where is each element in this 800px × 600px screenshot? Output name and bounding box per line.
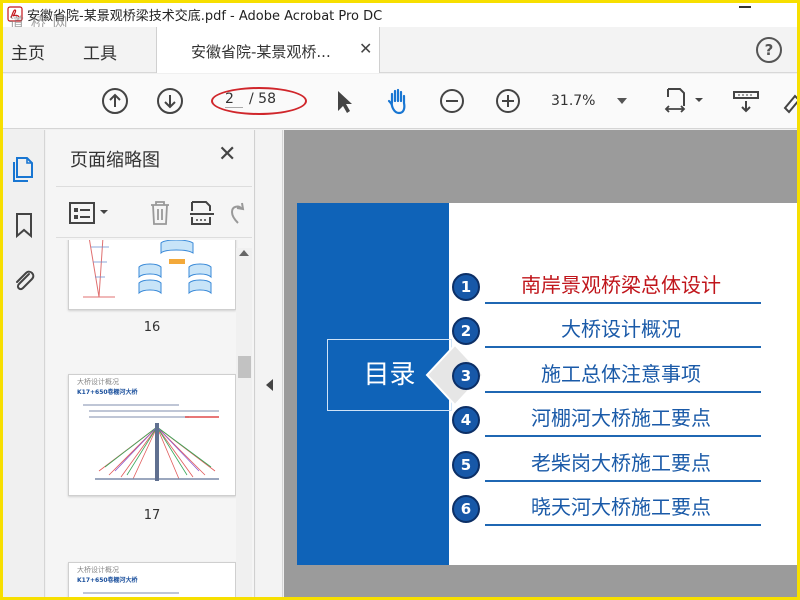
toc-underline: [485, 435, 761, 437]
toc-text-3: 施工总体注意事项: [541, 362, 701, 386]
toc-item-2: 2 大桥设计概况: [449, 310, 797, 350]
delete-page-icon[interactable]: [148, 199, 172, 227]
prev-page-icon[interactable]: [100, 86, 130, 116]
page-thumbnails-icon[interactable]: [9, 154, 39, 184]
thumbnail-18-drawing: [83, 592, 179, 594]
toc-item-1: 1 南岸景观桥梁总体设计: [449, 266, 797, 306]
tab-tools[interactable]: 工具: [83, 39, 117, 64]
window-title: 安徽省院-某景观桥梁技术交底.pdf - Adobe Acrobat Pro D…: [27, 9, 383, 24]
scroll-up-icon[interactable]: [239, 250, 249, 256]
toc-number-2: 2: [452, 317, 480, 345]
rotate-page-icon[interactable]: [224, 199, 248, 227]
zoom-out-icon[interactable]: [437, 86, 467, 116]
toc-text-4: 河棚河大桥施工要点: [531, 406, 711, 430]
hand-tool-icon[interactable]: [383, 86, 413, 116]
next-page-icon[interactable]: [155, 86, 185, 116]
acrobat-window: 安徽省院-某景观桥梁技术交底.pdf - Adobe Acrobat Pro D…: [3, 3, 797, 597]
toc-underline: [485, 391, 761, 393]
toc-text-6: 晓天河大桥施工要点: [531, 495, 711, 519]
thumbnail-page-17[interactable]: 大桥设计概况 K17+650卷棚河大桥: [68, 374, 236, 496]
tab-bar: 主页 工具 安徽省院-某景观桥... ✕ ?: [3, 27, 797, 73]
toc-number-5: 5: [452, 451, 480, 479]
extract-page-icon[interactable]: [188, 199, 216, 227]
zoom-select[interactable]: 31.7%: [551, 93, 595, 109]
title-bar: 安徽省院-某景观桥梁技术交底.pdf - Adobe Acrobat Pro D…: [3, 3, 797, 27]
toc-number-1: 1: [452, 273, 480, 301]
toc-underline: [485, 524, 761, 526]
document-tab-label: 安徽省院-某景观桥...: [191, 43, 331, 61]
scroll-mode-icon[interactable]: [731, 86, 761, 116]
thumbnail-16-drawing: [83, 240, 212, 298]
toc-text-1: 南岸景观桥梁总体设计: [521, 273, 721, 297]
bookmarks-icon[interactable]: [9, 210, 39, 240]
page-fit-icon[interactable]: [663, 86, 707, 116]
thumbnail-list: 16 大桥设计概况 K17+650卷棚河大桥 17 大桥设计概况 K17+650…: [56, 240, 252, 597]
panel-splitter[interactable]: [256, 130, 283, 597]
thumbnail-page-18[interactable]: 大桥设计概况 K17+650卷棚河大桥: [68, 562, 236, 597]
thumbnail-panel: 页面缩略图 ✕ 16 大桥设计概况 K17+650卷棚河大桥 17 大桥设计概况…: [46, 130, 255, 597]
toc-underline: [485, 346, 761, 348]
toc-underline: [485, 480, 761, 482]
zoom-in-icon[interactable]: [493, 86, 523, 116]
select-cursor-icon[interactable]: [328, 86, 358, 116]
help-icon[interactable]: ?: [756, 37, 782, 63]
thumbnail-options-icon[interactable]: [68, 201, 112, 225]
annotation-ellipse: [211, 87, 307, 115]
tab-document[interactable]: 安徽省院-某景观桥... ✕: [156, 27, 380, 73]
scrollbar-thumb[interactable]: [238, 356, 251, 378]
attachments-icon[interactable]: [9, 266, 39, 296]
thumbnail-scrollbar[interactable]: [236, 248, 252, 597]
minimize-icon[interactable]: [739, 6, 751, 8]
thumbnail-17-drawing: [83, 404, 219, 481]
close-tab-icon[interactable]: ✕: [359, 39, 372, 58]
pdf-page: 目录 1 南岸景观桥梁总体设计 2 大桥设计概况 3 施工总体注意事项 4 河棚…: [297, 203, 797, 565]
zoom-dropdown-icon[interactable]: [617, 98, 627, 104]
toc-text-5: 老柴岗大桥施工要点: [531, 451, 711, 475]
panel-close-icon[interactable]: ✕: [218, 142, 236, 167]
collapse-panel-icon[interactable]: [266, 379, 273, 391]
toc-item-4: 4 河棚河大桥施工要点: [449, 399, 797, 439]
toc-number-6: 6: [452, 495, 480, 523]
toolbar: 2 / 58 31.7%: [3, 74, 797, 129]
document-view[interactable]: 目录 1 南岸景观桥梁总体设计 2 大桥设计概况 3 施工总体注意事项 4 河棚…: [284, 130, 797, 597]
toc-item-6: 6 晓天河大桥施工要点: [449, 488, 797, 528]
toc-text-2: 大桥设计概况: [561, 317, 681, 341]
toc-number-4: 4: [452, 406, 480, 434]
thumbnail-label-16: 16: [143, 320, 161, 335]
sign-icon[interactable]: [781, 86, 797, 116]
toc-underline: [485, 302, 761, 304]
tab-home[interactable]: 主页: [11, 39, 45, 64]
panel-toolbar: [56, 186, 252, 238]
left-rail: [3, 130, 45, 597]
toc-item-5: 5 老柴岗大桥施工要点: [449, 444, 797, 484]
panel-title: 页面缩略图: [70, 150, 160, 171]
toc-item-3: 3 施工总体注意事项: [449, 355, 797, 395]
thumbnail-label-17: 17: [143, 508, 161, 523]
toc-number-3: 3: [452, 362, 480, 390]
thumbnail-page-16[interactable]: [68, 240, 236, 310]
